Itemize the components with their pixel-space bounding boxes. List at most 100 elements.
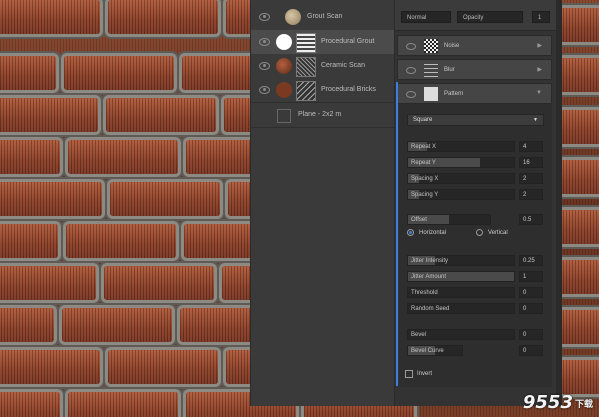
brick [0, 98, 98, 132]
layer-ceramic-scan[interactable]: Ceramic Scan [251, 54, 394, 78]
effect-noise[interactable]: Noise ▶ [397, 35, 552, 56]
effect-label: Pattern [444, 91, 464, 97]
grout-thumbnail [296, 33, 316, 53]
layer-grout-scan[interactable]: Grout Scan [251, 5, 394, 29]
slider-label: Spacing X [411, 176, 439, 182]
layer-plane[interactable]: Plane - 2x2 m [251, 103, 394, 127]
brick [0, 308, 54, 342]
brick [0, 350, 100, 384]
slider-label: Jitter Amount [411, 274, 447, 280]
layer-name: Plane - 2x2 m [298, 111, 342, 118]
brick [64, 56, 174, 90]
slider-repeat-x[interactable]: Repeat X [407, 141, 515, 152]
brick [560, 360, 599, 394]
slider-label: Offset [411, 217, 427, 223]
slider-random-seed[interactable]: Random Seed [407, 303, 515, 314]
watermark-suffix: 下载 [574, 399, 593, 410]
layer-procedural-grout[interactable]: Procedural Grout [251, 30, 394, 54]
slider-label: Spacing Y [411, 192, 439, 198]
brick [560, 58, 599, 92]
watermark-text: 9553 [522, 392, 573, 413]
slider-label: Repeat X [411, 144, 437, 150]
slider-value-input[interactable]: 0 [519, 345, 543, 356]
material-thumbnail [276, 58, 292, 74]
mask-thumbnail [276, 34, 292, 50]
layer-name: Procedural Grout [321, 38, 375, 45]
pattern-type-value: Square [413, 117, 433, 123]
brick [68, 392, 178, 417]
slider-value-input[interactable]: 4 [519, 141, 543, 152]
slider-value-input[interactable]: 0 [519, 303, 543, 314]
brick [0, 182, 102, 216]
blend-mode-select[interactable]: Normal [401, 11, 451, 23]
visibility-eye-icon[interactable] [259, 38, 270, 46]
brick [560, 160, 599, 194]
expand-arrow-icon[interactable]: ▶ [537, 66, 542, 73]
slider-value-input[interactable]: 16 [519, 157, 543, 168]
slider-spacing-x[interactable]: Spacing X [407, 173, 515, 184]
brick [0, 56, 56, 90]
brick [0, 224, 58, 258]
brick [108, 350, 218, 384]
slider-label: Threshold [411, 290, 438, 296]
slider-value-input[interactable]: 2 [519, 173, 543, 184]
slider-label: Bevel Curve [411, 348, 444, 354]
brick [108, 0, 218, 34]
visibility-eye-icon[interactable] [406, 43, 416, 50]
expand-arrow-icon[interactable]: ▶ [537, 42, 542, 49]
brick [560, 110, 599, 144]
brick [110, 182, 220, 216]
invert-checkbox[interactable] [405, 370, 413, 378]
layer-name: Procedural Bricks [321, 86, 376, 93]
invert-label: Invert [417, 371, 433, 377]
brick [0, 0, 100, 34]
material-thumbnail [276, 82, 292, 98]
brick [68, 140, 178, 174]
effect-label: Noise [444, 43, 460, 49]
layer-name: Grout Scan [307, 13, 343, 20]
blur-icon [424, 63, 438, 77]
slider-offset[interactable]: Offset [407, 214, 491, 225]
brick [66, 224, 176, 258]
scrollbar[interactable] [556, 0, 562, 406]
slider-spacing-y[interactable]: Spacing Y [407, 189, 515, 200]
slider-jitter-amount[interactable]: Jitter Amount [407, 271, 515, 282]
material-thumbnail [285, 9, 301, 25]
slider-value-input[interactable]: 0 [519, 287, 543, 298]
brick [560, 8, 599, 42]
visibility-eye-icon[interactable] [259, 86, 270, 94]
slider-value-input[interactable]: 0 [519, 329, 543, 340]
slider-threshold[interactable]: Threshold [407, 287, 515, 298]
radio-label: Horizontal [419, 230, 447, 236]
visibility-eye-icon[interactable] [259, 62, 270, 70]
slider-bevel[interactable]: Bevel [407, 329, 515, 340]
noise-icon [424, 39, 438, 53]
brick [106, 98, 216, 132]
radio-on-icon [407, 229, 414, 236]
brick [104, 266, 214, 300]
brick [62, 308, 172, 342]
slider-bevel-curve[interactable]: Bevel Curve [407, 345, 463, 356]
brick [560, 210, 599, 244]
slider-value-input[interactable]: 0.5 [519, 214, 543, 225]
slider-value-input[interactable]: 2 [519, 189, 543, 200]
slider-jitter-intensity[interactable]: Jitter Intensity [407, 255, 515, 266]
layer-name: Ceramic Scan [321, 62, 365, 69]
slider-value-input[interactable]: 0.25 [519, 255, 543, 266]
effect-pattern[interactable]: Pattern ▼ [397, 83, 552, 104]
brick [0, 140, 60, 174]
visibility-eye-icon[interactable] [406, 91, 416, 98]
pattern-type-select[interactable]: Square ▼ [407, 114, 544, 126]
slider-label: Bevel [411, 332, 427, 338]
opacity-input[interactable]: 1 [532, 11, 550, 23]
effect-label: Blur [444, 67, 455, 73]
effect-blur[interactable]: Blur ▶ [397, 59, 552, 80]
visibility-eye-icon[interactable] [259, 13, 270, 21]
slider-repeat-y[interactable]: Repeat Y [407, 157, 515, 168]
collapse-arrow-icon[interactable]: ▼ [536, 90, 542, 96]
slider-label: Repeat Y [411, 160, 436, 166]
slider-value-input[interactable]: 1 [519, 271, 543, 282]
layer-procedural-bricks[interactable]: Procedural Bricks [251, 78, 394, 102]
visibility-eye-icon[interactable] [406, 67, 416, 74]
slider-label: Random Seed [411, 306, 450, 312]
